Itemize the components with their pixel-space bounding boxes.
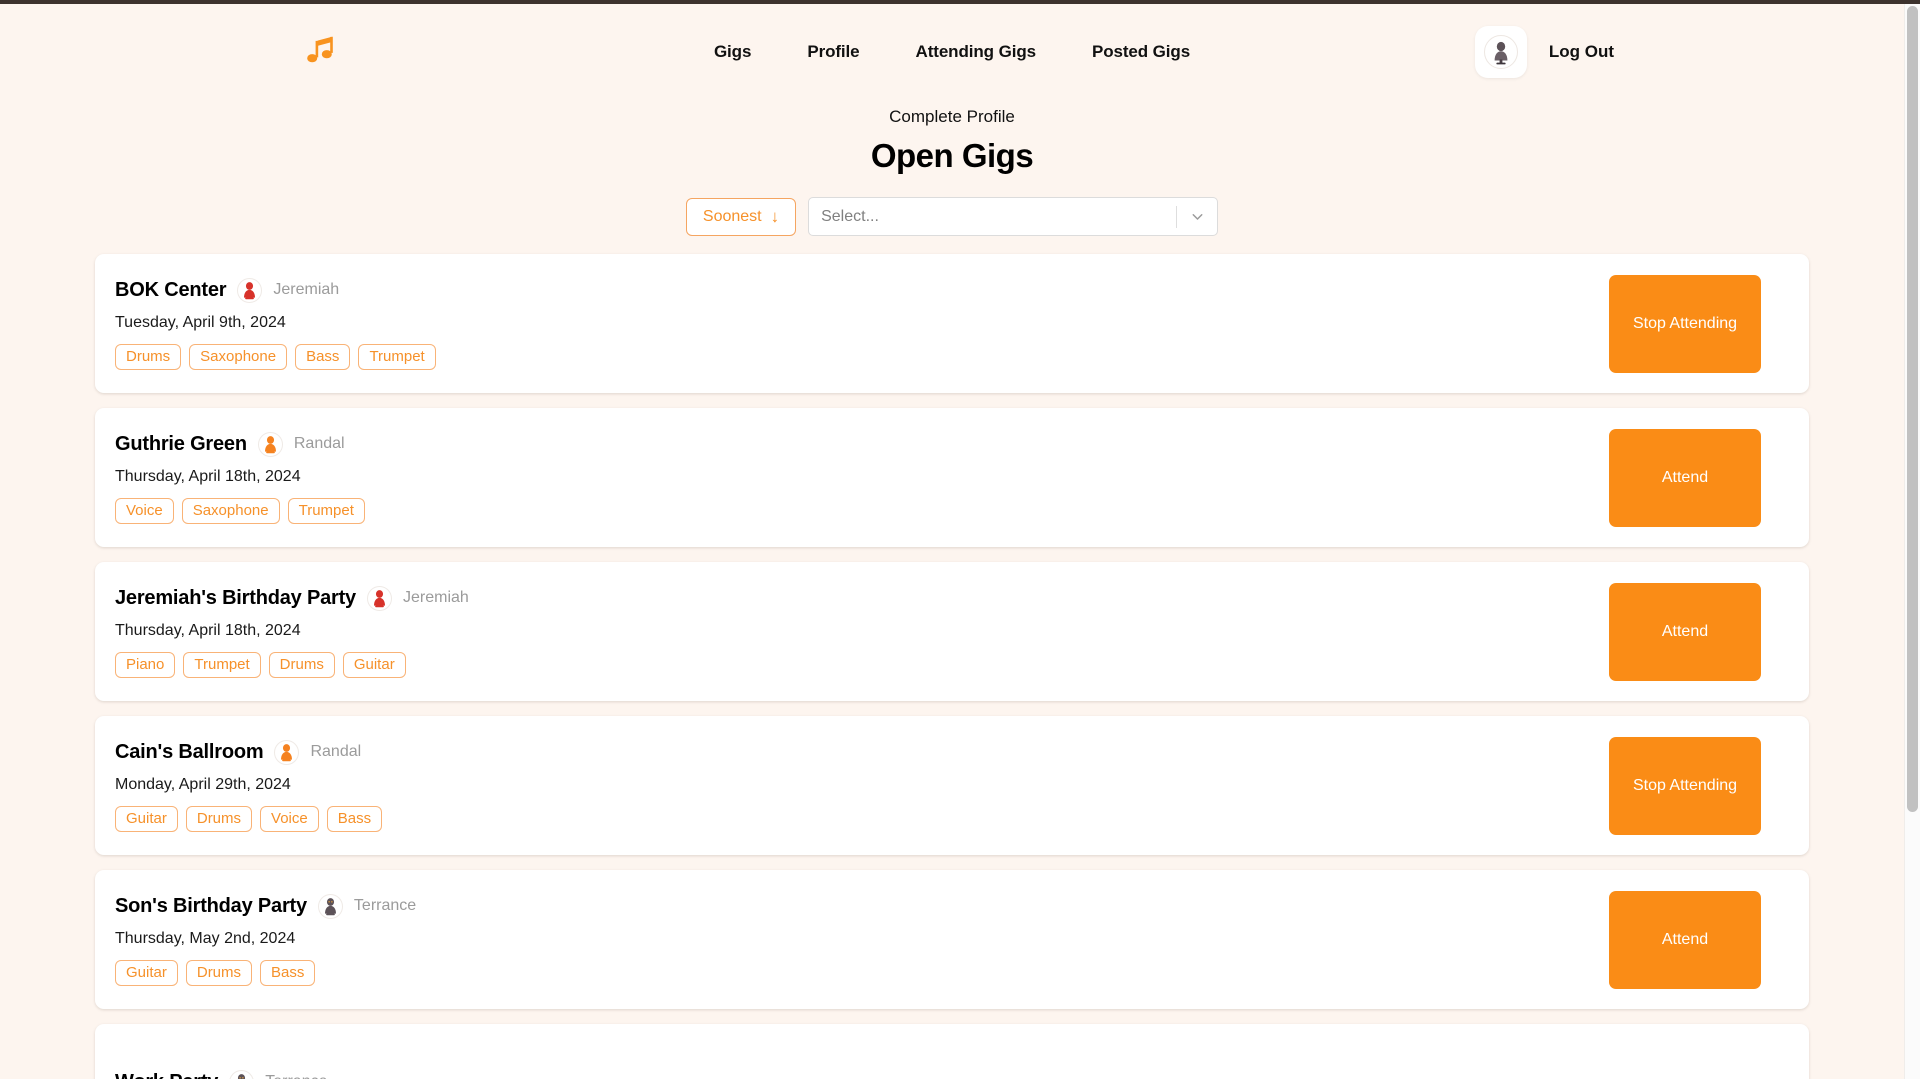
gig-card: Jeremiah's Birthday Party Jeremiah Thursda… (95, 562, 1809, 701)
gray-character-avatar-icon (317, 893, 343, 919)
attend-button[interactable]: Attend (1609, 890, 1761, 989)
nav-item-profile[interactable]: Profile (807, 42, 859, 62)
red-character-avatar-icon (366, 585, 392, 611)
gig-title: Work Party (115, 1071, 218, 1079)
gig-card: Son's Birthday Party Terrance Thursday, Ma… (95, 870, 1809, 1009)
instrument-tag[interactable]: Bass (260, 959, 316, 986)
navbar: Gigs Profile Attending Gigs Posted Gigs … (0, 4, 1904, 92)
page-headings: Complete Profile Open Gigs (0, 92, 1904, 175)
gig-info: BOK Center Jeremiah Tuesday, April 9th, 20… (115, 277, 436, 370)
instrument-tag[interactable]: Guitar (115, 805, 178, 832)
gig-card: BOK Center Jeremiah Tuesday, April 9th, 20… (95, 254, 1809, 393)
orange-character-avatar-icon (274, 739, 300, 765)
select-placeholder: Select... (821, 207, 879, 225)
instrument-tag[interactable]: Bass (295, 343, 351, 370)
gig-host-name: Randal (293, 435, 345, 452)
stop-attending-button[interactable]: Stop Attending (1609, 274, 1761, 373)
instrument-tag[interactable]: Guitar (115, 959, 178, 986)
gig-title: Cain's Ballroom (115, 740, 264, 763)
gig-title-row: Guthrie Green Randal (115, 431, 365, 457)
complete-profile-link[interactable]: Complete Profile (889, 92, 1015, 127)
gig-date: Monday, April 29th, 2024 (115, 775, 291, 793)
gig-host-name: Jeremiah (273, 281, 340, 298)
app-root: Gigs Profile Attending Gigs Posted Gigs … (0, 4, 1904, 1079)
gig-instrument-tags: Voice Saxophone Trumpet (115, 497, 365, 524)
gig-date: Thursday, April 18th, 2024 (115, 467, 301, 485)
instrument-tag[interactable]: Drums (268, 651, 335, 678)
sort-label: Soonest (702, 207, 762, 225)
gig-title-row: BOK Center Jeremiah (115, 277, 436, 303)
instrument-select[interactable]: Select... (808, 197, 1219, 236)
instrument-tag[interactable]: Drums (185, 805, 253, 832)
instrument-tag[interactable]: Drums (115, 343, 182, 370)
gig-title: Guthrie Green (115, 432, 247, 455)
gig-title: BOK Center (115, 278, 227, 301)
gig-host-name: Terrance (265, 1073, 327, 1079)
instrument-tag[interactable]: Trumpet (183, 651, 261, 678)
gig-title-row: Jeremiah's Birthday Party Jeremiah (115, 585, 469, 611)
gig-instrument-tags: Guitar Drums Voice Bass (115, 805, 383, 832)
nav-item-posted-gigs[interactable]: Posted Gigs (1092, 42, 1190, 62)
gig-info: Work Party Terrance (115, 1069, 327, 1079)
gig-info: Jeremiah's Birthday Party Jeremiah Thursda… (115, 585, 469, 678)
gig-card: Cain's Ballroom Randal Monday, April 29th,… (95, 716, 1809, 855)
instrument-tag[interactable]: Drums (185, 959, 253, 986)
filter-controls: Soonest ↓ Select... (0, 197, 1904, 236)
page-title: Open Gigs (870, 137, 1034, 174)
instrument-tag[interactable]: Guitar (342, 651, 406, 678)
gig-title-row: Cain's Ballroom Randal (115, 739, 382, 765)
gig-date: Tuesday, April 9th, 2024 (115, 313, 286, 331)
instrument-tag[interactable]: Piano (115, 651, 176, 678)
instrument-tag[interactable]: Voice (115, 497, 174, 524)
gray-character-avatar-icon (229, 1069, 255, 1079)
instrument-tag[interactable]: Bass (326, 805, 383, 832)
instrument-tag[interactable]: Voice (260, 805, 319, 832)
logout-button[interactable]: Log Out (1549, 42, 1614, 62)
gig-date: Thursday, April 18th, 2024 (115, 621, 301, 639)
vertical-scrollbar[interactable] (1904, 4, 1920, 1079)
attend-button[interactable]: Attend (1609, 582, 1761, 681)
gig-list: BOK Center Jeremiah Tuesday, April 9th, 20… (0, 254, 1904, 1079)
gig-card: Work Party Terrance (95, 1024, 1809, 1079)
instrument-tag[interactable]: Saxophone (189, 343, 288, 370)
instrument-tag[interactable]: Trumpet (287, 497, 365, 524)
orange-character-avatar-icon (257, 431, 283, 457)
gig-title-row: Work Party Terrance (115, 1069, 327, 1079)
gig-info: Guthrie Green Randal Thursday, April 18th,… (115, 431, 365, 524)
gig-title: Jeremiah's Birthday Party (115, 586, 356, 609)
nav-item-gigs[interactable]: Gigs (714, 42, 751, 62)
nav-item-attending-gigs[interactable]: Attending Gigs (916, 42, 1037, 62)
nav-links: Gigs Profile Attending Gigs Posted Gigs (0, 42, 1904, 62)
gig-instrument-tags: Piano Trumpet Drums Guitar (115, 651, 469, 678)
gig-date: Thursday, May 2nd, 2024 (115, 929, 296, 947)
chevron-down-icon[interactable] (1177, 208, 1217, 225)
scrollbar-thumb[interactable] (1907, 6, 1918, 812)
gig-instrument-tags: Guitar Drums Bass (115, 959, 416, 986)
profile-avatar-button[interactable] (1474, 26, 1527, 78)
gig-info: Son's Birthday Party Terrance Thursday, Ma… (115, 893, 417, 986)
gig-host-name: Randal (310, 743, 362, 760)
navbar-right: Log Out (1474, 26, 1614, 78)
avatar (1483, 35, 1518, 69)
instrument-tag[interactable]: Saxophone (181, 497, 280, 524)
gig-instrument-tags: Drums Saxophone Bass Trumpet (115, 343, 436, 370)
attend-button[interactable]: Attend (1609, 428, 1761, 527)
gig-info: Cain's Ballroom Randal Monday, April 29th,… (115, 739, 383, 832)
instrument-tag[interactable]: Trumpet (358, 343, 436, 370)
arrow-down-icon: ↓ (770, 207, 780, 226)
stop-attending-button[interactable]: Stop Attending (1609, 736, 1761, 835)
gig-host-name: Terrance (353, 897, 417, 914)
red-character-avatar-icon (237, 277, 263, 303)
sort-soonest-button[interactable]: Soonest ↓ (685, 197, 797, 236)
gig-title-row: Son's Birthday Party Terrance (115, 893, 417, 919)
gig-card: Guthrie Green Randal Thursday, April 18th,… (95, 408, 1809, 547)
gig-title: Son's Birthday Party (115, 894, 307, 917)
browser-top-strip (0, 0, 1920, 4)
gig-host-name: Jeremiah (402, 589, 469, 606)
